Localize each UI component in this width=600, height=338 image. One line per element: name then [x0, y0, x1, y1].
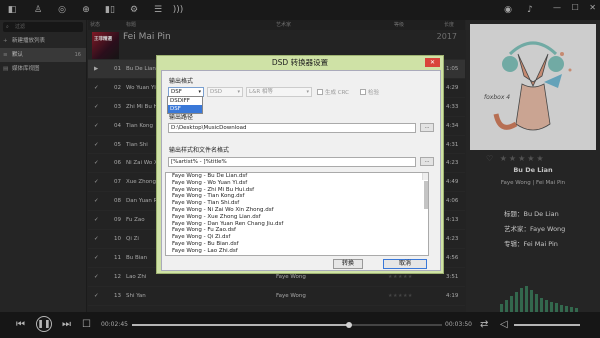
format-label: 输出格式 [169, 78, 194, 85]
checkbox-box [317, 89, 323, 95]
verify-checkbox[interactable]: 检验 [360, 88, 379, 96]
list-item[interactable]: Faye Wong - Tian Kong.dsf [169, 193, 428, 200]
dsd-rate-select[interactable]: DSD ▾ [207, 87, 243, 97]
format-option[interactable]: DSDIFF [168, 97, 202, 105]
convert-button[interactable]: 转换 [333, 259, 363, 269]
scrollbar-thumb[interactable] [424, 181, 428, 209]
dialog-close-button[interactable]: ✕ [425, 58, 440, 67]
filename-pattern-input[interactable]: [%artist% - ]%title% [168, 157, 416, 167]
chevron-down-icon: ▾ [237, 89, 240, 95]
list-item[interactable]: Faye Wong - Fu Zao.dsf [169, 227, 428, 234]
cancel-button[interactable]: 取消 [383, 259, 427, 269]
crc-checkbox[interactable]: 生成 CRC [317, 88, 349, 96]
list-item[interactable]: Faye Wong - Xue Zhong Lian.dsf [169, 214, 428, 221]
channel-select[interactable]: L&R 相等 ▾ [246, 87, 312, 97]
output-path-input[interactable]: D:\Desktop\MusicDownload [168, 123, 416, 133]
format-dropdown-menu: DSDIFF DSF [167, 96, 203, 114]
list-item[interactable]: Faye Wong - Qi Zi.dsf [169, 234, 428, 241]
list-item[interactable]: Faye Wong - Bu De Lian.dsf [169, 173, 428, 180]
file-list-scrollbar[interactable] [422, 173, 428, 209]
list-item[interactable]: Faye Wong - Wo Yuan Yi.dsf [169, 180, 428, 187]
pattern-options-button[interactable]: ... [420, 157, 434, 166]
output-file-list[interactable]: Faye Wong - Bu De Lian.dsf Faye Wong - Wo… [165, 172, 429, 256]
list-item[interactable]: Faye Wong - Tian Shi.dsf [169, 200, 428, 207]
checkbox-box [360, 89, 366, 95]
dialog-title: DSD 转换器设置 ✕ [157, 56, 443, 70]
dsd-converter-dialog: DSD 转换器设置 ✕ 输出格式 DSF ▾ DSD ▾ L&R 相等 ▾ 生成… [156, 55, 444, 274]
list-item[interactable]: Faye Wong - Zhi Mi Bu Hui.dsf [169, 187, 428, 194]
list-item[interactable]: Faye Wong - Bu Bian.dsf [169, 241, 428, 248]
chevron-down-icon: ▾ [306, 89, 309, 95]
pattern-label: 输出样式和文件名格式 [169, 147, 230, 154]
list-item[interactable]: Faye Wong - Dan Yuan Ren Chang Jiu.dsf [169, 221, 428, 228]
list-item[interactable]: Faye Wong - Ni Zai Wo Xin Zhong.dsf [169, 207, 428, 214]
chevron-down-icon: ▾ [198, 89, 201, 95]
format-option[interactable]: DSF [168, 105, 202, 113]
list-item[interactable]: Faye Wong - Lao Zhi.dsf [169, 248, 428, 255]
browse-path-button[interactable]: ... [420, 123, 434, 132]
